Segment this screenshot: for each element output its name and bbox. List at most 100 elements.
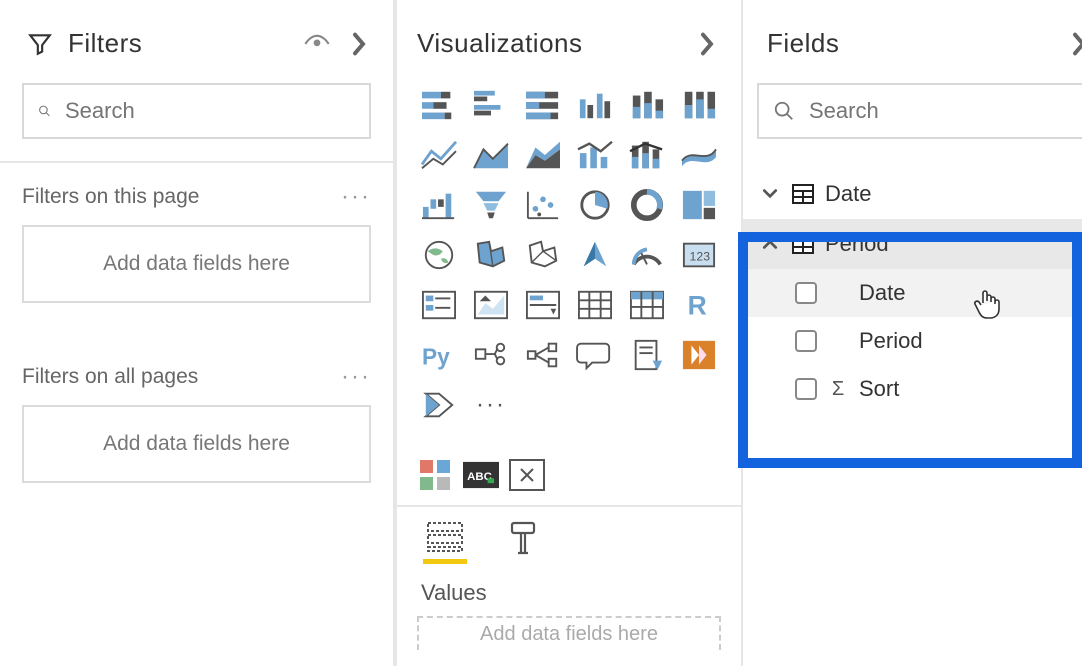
filters-all-section: Filters on all pages ··· Add data fields… [0, 343, 393, 523]
field-label: Sort [859, 376, 899, 402]
values-dropzone[interactable]: Add data fields here [417, 616, 721, 650]
viz-area[interactable] [469, 133, 513, 177]
viz-matrix[interactable] [625, 283, 669, 327]
visualizations-pane: Visualizations 123 R Py ··· ABC [395, 0, 741, 666]
viz-multi-row-card[interactable] [417, 283, 461, 327]
table-icon [791, 183, 815, 205]
color-swatch-icon[interactable] [417, 457, 453, 493]
viz-decomposition-tree[interactable] [521, 333, 565, 377]
svg-text:123: 123 [690, 250, 711, 264]
filters-all-title: Filters on all pages [22, 365, 198, 389]
field-period[interactable]: Period [743, 317, 1082, 365]
field-label: Period [859, 328, 923, 354]
filters-page-more-icon[interactable]: ··· [341, 183, 371, 211]
field-date[interactable]: Date ··· [743, 269, 1082, 317]
viz-map[interactable] [417, 233, 461, 277]
viz-treemap[interactable] [677, 183, 721, 227]
viz-key-influencers[interactable] [469, 333, 513, 377]
field-sort[interactable]: Σ Sort [743, 365, 1082, 413]
checkbox[interactable] [795, 330, 817, 352]
fields-pane: Fields Date [741, 0, 1082, 666]
svg-text:Py: Py [422, 343, 450, 369]
viz-line[interactable] [417, 133, 461, 177]
viz-waterfall[interactable] [417, 183, 461, 227]
fields-tree: Date Period Date ··· Period Σ Sort [743, 161, 1082, 413]
search-icon [773, 100, 795, 122]
viz-donut[interactable] [625, 183, 669, 227]
delete-swatch-icon[interactable] [509, 457, 545, 493]
field-label: Date [859, 280, 905, 306]
viz-stacked-bar[interactable] [417, 83, 461, 127]
filters-pane: Filters [0, 0, 395, 666]
filters-search-input[interactable] [63, 97, 355, 125]
chevron-up-icon [759, 237, 781, 251]
filters-page-title: Filters on this page [22, 185, 199, 209]
viz-table[interactable] [573, 283, 617, 327]
viz-stacked-column-100[interactable] [677, 83, 721, 127]
table-date[interactable]: Date [743, 169, 1082, 219]
filters-page-dropzone[interactable]: Add data fields here [22, 225, 371, 303]
viz-paginated-report[interactable] [625, 333, 669, 377]
sigma-icon: Σ [829, 378, 847, 401]
table-period[interactable]: Period [743, 219, 1082, 269]
viz-power-apps[interactable] [677, 333, 721, 377]
viz-filled-map[interactable] [469, 233, 513, 277]
filters-header: Filters [0, 0, 393, 83]
table-icon [791, 233, 815, 255]
viz-theme-row: ABC [397, 427, 741, 501]
viz-title: Visualizations [417, 28, 679, 59]
filters-title: Filters [68, 28, 289, 59]
fields-search-input[interactable] [807, 97, 1082, 125]
viz-funnel[interactable] [469, 183, 513, 227]
viz-scatter[interactable] [521, 183, 565, 227]
abc-swatch-icon[interactable]: ABC [463, 457, 499, 493]
tab-format[interactable] [501, 521, 545, 564]
table-label: Date [825, 181, 871, 207]
viz-power-automate[interactable] [417, 383, 461, 427]
values-label: Values [397, 568, 741, 610]
dropzone-label: Add data fields here [103, 252, 290, 276]
fields-collapse-icon[interactable] [1065, 30, 1082, 58]
viz-kpi[interactable] [469, 283, 513, 327]
field-more-icon[interactable]: ··· [1071, 281, 1082, 307]
viz-tabs [397, 505, 741, 568]
viz-more[interactable]: ··· [469, 383, 513, 427]
viz-card[interactable]: 123 [677, 233, 721, 277]
viz-shape-map[interactable] [521, 233, 565, 277]
checkbox[interactable] [795, 282, 817, 304]
filters-all-more-icon[interactable]: ··· [341, 363, 371, 391]
eye-icon[interactable] [303, 30, 331, 58]
viz-stacked-area[interactable] [521, 133, 565, 177]
viz-gallery: 123 R Py ··· [397, 83, 741, 427]
chevron-down-icon [759, 187, 781, 201]
filters-search[interactable] [22, 83, 371, 139]
viz-stacked-bar-100[interactable] [521, 83, 565, 127]
viz-clustered-column[interactable] [573, 83, 617, 127]
viz-line-clustered-column[interactable] [573, 133, 617, 177]
search-icon [38, 100, 51, 122]
values-drop-label: Add data fields here [480, 623, 658, 646]
fields-search[interactable] [757, 83, 1082, 139]
filter-icon [26, 30, 54, 58]
filters-page-section: Filters on this page ··· Add data fields… [0, 163, 393, 343]
svg-text:R: R [688, 290, 707, 320]
viz-r-visual[interactable]: R [677, 283, 721, 327]
checkbox[interactable] [795, 378, 817, 400]
viz-stacked-column[interactable] [625, 83, 669, 127]
viz-gauge[interactable] [625, 233, 669, 277]
viz-collapse-icon[interactable] [693, 30, 721, 58]
tab-fields[interactable] [423, 521, 467, 564]
viz-python-visual[interactable]: Py [417, 333, 461, 377]
filters-all-dropzone[interactable]: Add data fields here [22, 405, 371, 483]
viz-slicer[interactable] [521, 283, 565, 327]
collapse-icon[interactable] [345, 30, 373, 58]
viz-line-stacked-column[interactable] [625, 133, 669, 177]
cursor-hand-icon [973, 287, 1003, 321]
table-label: Period [825, 231, 889, 257]
viz-pie[interactable] [573, 183, 617, 227]
viz-azure-map[interactable] [573, 233, 617, 277]
dropzone-label: Add data fields here [103, 432, 290, 456]
viz-ribbon[interactable] [677, 133, 721, 177]
viz-qna[interactable] [573, 333, 617, 377]
viz-clustered-bar[interactable] [469, 83, 513, 127]
